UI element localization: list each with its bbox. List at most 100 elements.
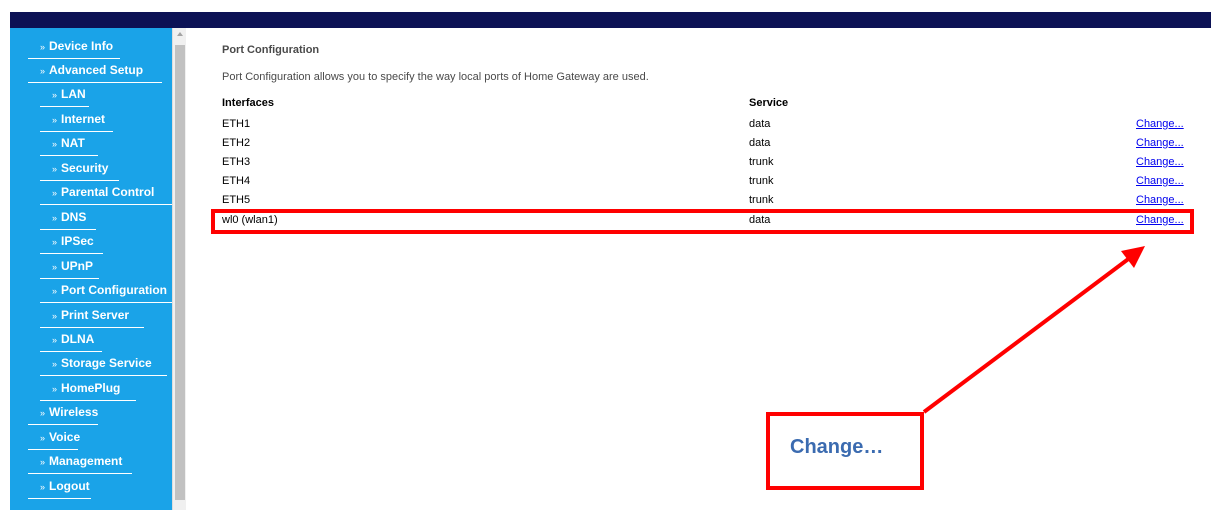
column-header-service: Service	[749, 97, 789, 109]
sidebar-item-underline	[40, 180, 119, 181]
sidebar-item-label: NAT	[61, 136, 85, 150]
table-cell-service: data	[749, 118, 771, 130]
sidebar-item-dns[interactable]: » DNS	[10, 210, 96, 230]
sidebar-item-advanced-setup[interactable]: » Advanced Setup	[10, 63, 162, 83]
sidebar-item-internet[interactable]: » Internet	[10, 112, 113, 132]
top-banner	[10, 12, 1211, 28]
bullet-icon: »	[40, 457, 46, 467]
bullet-icon: »	[40, 408, 46, 418]
sidebar-item-wireless[interactable]: » Wireless	[10, 405, 98, 425]
sidebar-item-underline	[40, 375, 167, 376]
sidebar-item-management[interactable]: » Management	[10, 454, 132, 474]
sidebar-item-underline	[28, 424, 98, 425]
sidebar-item-homeplug[interactable]: » HomePlug	[10, 381, 136, 401]
table-cell-interface: ETH2	[222, 137, 251, 149]
sidebar-item-storage-service[interactable]: » Storage Service	[10, 356, 167, 376]
sidebar-item-label: Voice	[49, 430, 81, 444]
sidebar-item-voice[interactable]: » Voice	[10, 430, 80, 450]
sidebar-item-label: DNS	[61, 210, 87, 224]
bullet-icon: »	[52, 359, 58, 369]
sidebar-item-label: IPSec	[61, 234, 94, 248]
change-link[interactable]: Change...	[1136, 175, 1184, 187]
bullet-icon: »	[52, 335, 58, 345]
change-link[interactable]: Change...	[1136, 118, 1184, 130]
table-cell-interface: ETH1	[222, 118, 251, 130]
bullet-icon: »	[52, 188, 58, 198]
bullet-icon: »	[52, 311, 58, 321]
sidebar-item-lan[interactable]: » LAN	[10, 87, 89, 107]
sidebar-item-label: Advanced Setup	[49, 63, 144, 77]
sidebar-item-upnp[interactable]: » UPnP	[10, 259, 99, 279]
sidebar-scrollbar[interactable]	[172, 28, 186, 510]
sidebar-item-underline	[28, 58, 120, 59]
table-cell-interface: ETH3	[222, 156, 251, 168]
change-link[interactable]: Change...	[1136, 194, 1184, 206]
bullet-icon: »	[52, 384, 58, 394]
sidebar-item-label: DLNA	[61, 332, 95, 346]
change-link[interactable]: Change...	[1136, 137, 1184, 149]
table-cell-service: trunk	[749, 156, 774, 168]
column-header-interfaces: Interfaces	[222, 97, 274, 109]
bullet-icon: »	[52, 286, 58, 296]
sidebar-item-print-server[interactable]: » Print Server	[10, 308, 144, 328]
bullet-icon: »	[52, 262, 58, 272]
annotation-callout-label: Change…	[790, 436, 884, 458]
sidebar-item-dlna[interactable]: » DLNA	[10, 332, 102, 352]
sidebar-item-underline	[40, 351, 102, 352]
sidebar-item-underline	[40, 131, 113, 132]
table-cell-service: data	[749, 137, 771, 149]
sidebar-item-label: Parental Control	[61, 185, 155, 199]
scrollbar-thumb[interactable]	[175, 45, 185, 500]
change-link[interactable]: Change...	[1136, 156, 1184, 168]
sidebar-item-label: UPnP	[61, 259, 94, 273]
sidebar-item-parental-control[interactable]: » Parental Control	[10, 185, 172, 205]
bullet-icon: »	[40, 482, 46, 492]
sidebar-item-label: Device Info	[49, 39, 114, 53]
sidebar-item-label: Management	[49, 454, 123, 468]
main-content: Port Configuration Port Configuration al…	[186, 28, 1211, 510]
bullet-icon: »	[52, 164, 58, 174]
bullet-icon: »	[40, 433, 46, 443]
sidebar-item-underline	[40, 327, 144, 328]
sidebar-item-underline	[40, 204, 172, 205]
sidebar-item-underline	[40, 229, 96, 230]
sidebar-item-label: HomePlug	[61, 381, 121, 395]
sidebar-item-underline	[40, 278, 99, 279]
sidebar-item-label: Port Configuration	[61, 283, 167, 297]
annotation-row-highlight	[211, 209, 1194, 234]
sidebar-item-underline	[28, 82, 162, 83]
page-description: Port Configuration allows you to specify…	[222, 71, 649, 83]
sidebar-item-ipsec[interactable]: » IPSec	[10, 234, 103, 254]
sidebar-item-label: Print Server	[61, 308, 130, 322]
sidebar-item-security[interactable]: » Security	[10, 161, 119, 181]
sidebar-item-underline	[40, 106, 89, 107]
sidebar-item-label: Storage Service	[61, 356, 152, 370]
sidebar-item-device-info[interactable]: » Device Info	[10, 39, 120, 59]
sidebar-item-underline	[40, 302, 172, 303]
bullet-icon: »	[40, 66, 46, 76]
sidebar-item-underline	[28, 498, 91, 499]
sidebar-item-label: Security	[61, 161, 109, 175]
bullet-icon: »	[52, 90, 58, 100]
sidebar-item-nat[interactable]: » NAT	[10, 136, 98, 156]
page-title: Port Configuration	[222, 44, 320, 56]
sidebar-item-label: LAN	[61, 87, 86, 101]
scroll-up-arrow-icon[interactable]	[177, 32, 183, 36]
table-cell-interface: ETH4	[222, 175, 251, 187]
sidebar-item-underline	[40, 155, 98, 156]
sidebar-item-underline	[28, 449, 78, 450]
sidebar-item-label: Logout	[49, 479, 90, 493]
sidebar-nav: » Device Info» Advanced Setup» LAN» Internet…	[10, 28, 172, 510]
bullet-icon: »	[52, 237, 58, 247]
sidebar-item-logout[interactable]: » Logout	[10, 479, 91, 499]
sidebar-item-label: Internet	[61, 112, 106, 126]
sidebar-item-label: Wireless	[49, 405, 99, 419]
table-cell-service: trunk	[749, 175, 774, 187]
table-cell-interface: ETH5	[222, 194, 251, 206]
bullet-icon: »	[52, 115, 58, 125]
sidebar-item-underline	[40, 253, 103, 254]
bullet-icon: »	[52, 139, 58, 149]
sidebar-item-underline	[28, 473, 132, 474]
sidebar-item-port-configuration[interactable]: » Port Configuration	[10, 283, 172, 303]
sidebar-item-underline	[40, 400, 136, 401]
